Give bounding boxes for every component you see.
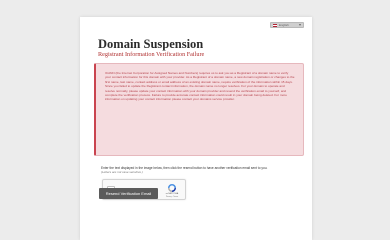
resend-verification-button[interactable]: Resend Verification Email <box>99 188 158 199</box>
language-select-value: English <box>279 23 289 27</box>
page-title: Domain Suspension <box>98 37 204 51</box>
suspension-notice: ICANN (the Internet Corporation for Assi… <box>94 63 304 156</box>
language-select[interactable]: English <box>270 22 304 28</box>
verification-note: (Letters are not case sensitive.) <box>101 170 143 174</box>
us-flag-icon <box>273 23 277 27</box>
recaptcha-links[interactable]: Privacy - Terms <box>161 196 183 198</box>
chevron-down-icon <box>299 24 301 26</box>
page-subtitle: Registrant Information Verification Fail… <box>98 51 205 58</box>
notice-text: ICANN (the Internet Corporation for Assi… <box>105 71 295 102</box>
suspension-card: English Domain Suspension Registrant Inf… <box>80 17 312 240</box>
recaptcha-logo-icon <box>168 184 176 192</box>
